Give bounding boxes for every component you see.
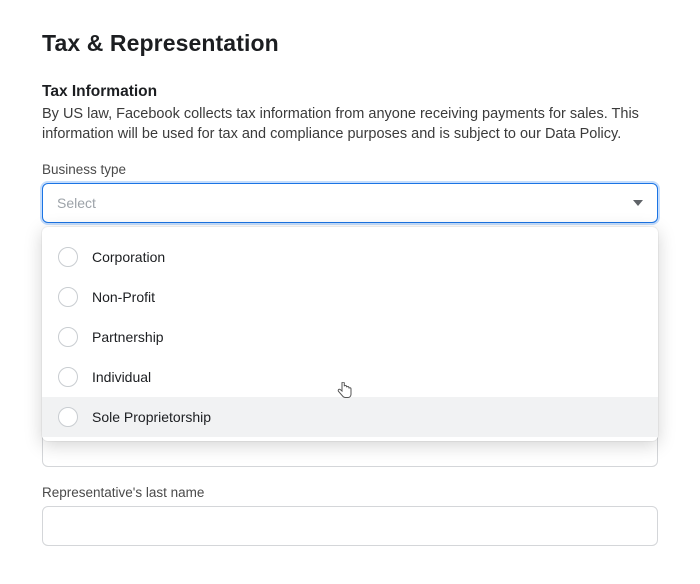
option-individual[interactable]: Individual: [42, 357, 658, 397]
business-type-placeholder: Select: [57, 195, 96, 211]
option-label: Sole Proprietorship: [92, 409, 211, 425]
option-non-profit[interactable]: Non-Profit: [42, 277, 658, 317]
business-type-label: Business type: [42, 162, 126, 177]
page-title: Tax & Representation: [42, 30, 658, 57]
business-type-select[interactable]: Select: [42, 183, 658, 223]
option-partnership[interactable]: Partnership: [42, 317, 658, 357]
business-type-dropdown: Corporation Non-Profit Partnership Indiv…: [42, 227, 658, 441]
radio-icon: [58, 287, 78, 307]
last-name-input[interactable]: [42, 506, 658, 546]
radio-icon: [58, 367, 78, 387]
option-label: Individual: [92, 369, 151, 385]
chevron-down-icon: [633, 200, 643, 206]
option-label: Partnership: [92, 329, 164, 345]
section-title-tax: Tax Information: [42, 83, 658, 101]
radio-icon: [58, 407, 78, 427]
option-sole-proprietorship[interactable]: Sole Proprietorship: [42, 397, 658, 437]
section-description: By US law, Facebook collects tax informa…: [42, 105, 658, 144]
option-label: Non-Profit: [92, 289, 155, 305]
option-label: Corporation: [92, 249, 165, 265]
last-name-label: Representative's last name: [42, 485, 204, 500]
radio-icon: [58, 247, 78, 267]
radio-icon: [58, 327, 78, 347]
option-corporation[interactable]: Corporation: [42, 237, 658, 277]
